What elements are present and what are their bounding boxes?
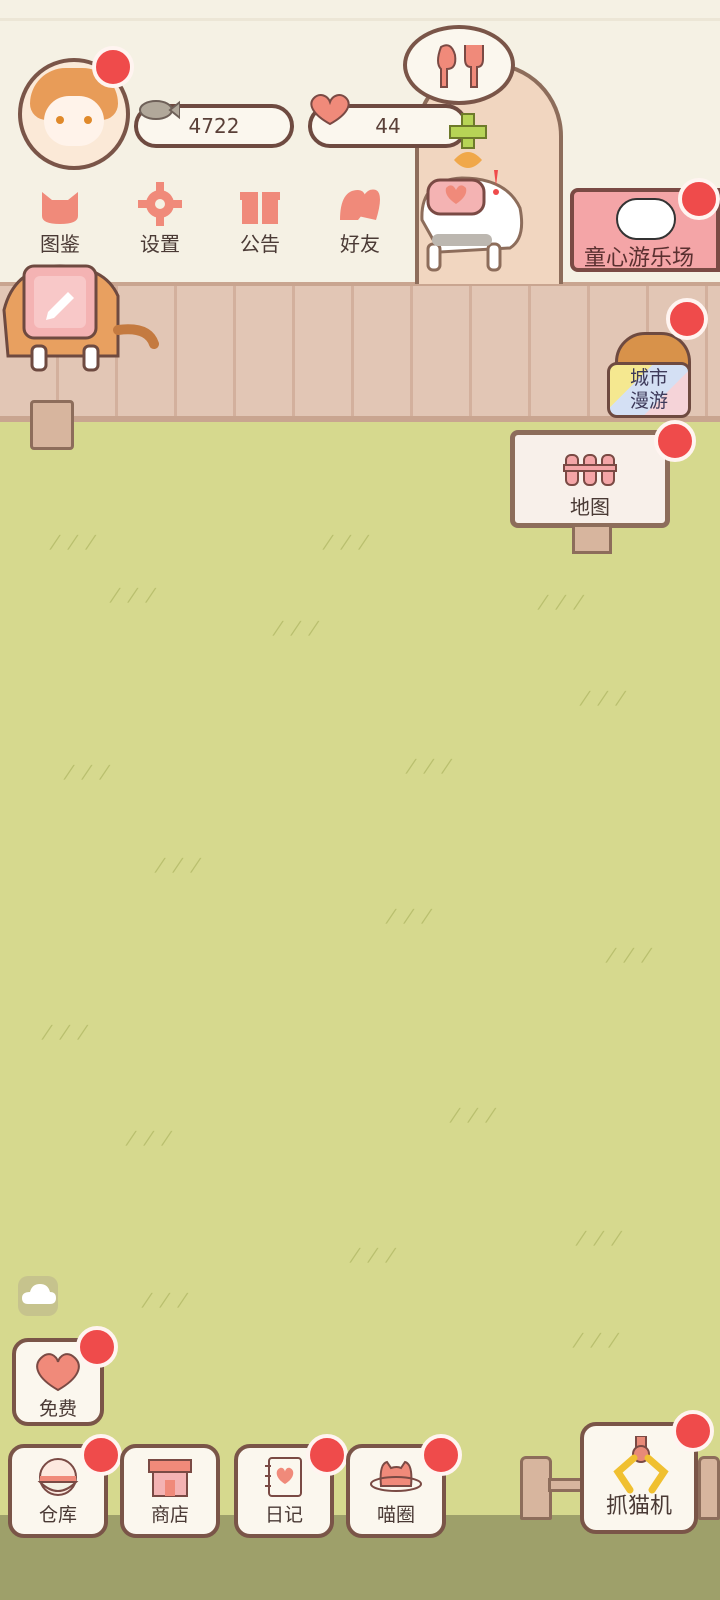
warehouse-notification-dot [80,1434,122,1476]
fence-post [30,400,74,450]
diary-book-icon [265,1457,302,1497]
map-sign-button[interactable]: 地图 [510,430,670,528]
shop-button[interactable]: 商店 [120,1444,220,1538]
grass-tuft: / / / [153,855,206,876]
city-roam-label-line2: 漫游 [629,390,668,412]
grass-tuft: / / / [348,1245,401,1266]
grass-tuft: / / / [574,1228,627,1249]
grass-tuft: / / / [571,1330,624,1351]
diary-notification-dot [306,1434,348,1476]
utensils-icon [437,44,484,88]
claw-icon [613,1436,669,1494]
grass-tuft: / / / [108,585,161,606]
city-roam-notification-dot [666,298,708,340]
map-label: 地图 [570,495,610,519]
heart-count: 44 [375,114,401,138]
avatar-eye [56,116,64,124]
map-notification-dot [654,420,696,462]
growth-plus-icon [449,113,487,168]
rice-bowl-icon [37,1458,79,1496]
claw-notification-dot [672,1410,714,1452]
map-sign-post [572,524,612,554]
grass-tuft: / / / [140,1290,193,1311]
fence-map-icon [563,454,617,486]
top-divider [0,18,720,21]
heart-icon [36,1353,80,1392]
grass-tuft: / / / [124,1128,177,1149]
railing-beam [548,1478,584,1492]
city-roam-button[interactable]: 城市 漫游 [605,326,695,420]
gear-icon [138,182,182,226]
friends-icon [340,189,380,220]
railing-post [698,1456,720,1520]
avatar-eye [84,116,92,124]
cloud-toggle-button[interactable] [18,1276,58,1316]
menu-settings[interactable]: 设置 [118,180,202,257]
menu-friends[interactable]: 好友 [318,180,402,257]
menu-collection[interactable]: 图鉴 [18,180,102,257]
menu-announcement[interactable]: 公告 [218,180,302,257]
menu-announcement-label: 公告 [240,232,280,256]
paradise-event-label: 童心游乐场 [584,246,695,271]
grass-tuft: / / / [321,532,374,553]
grass-tuft: / / / [271,618,324,639]
city-roam-tag: 城市 漫游 [607,362,691,418]
heart-coin-icon [310,94,350,126]
diary-label: 日记 [264,1504,303,1526]
menu-friends-label: 好友 [340,232,380,256]
grass-tuft: / / / [536,592,589,613]
claw-machine-label: 抓猫机 [605,1494,672,1519]
paradise-notification-dot [678,178,720,220]
panda-icon [616,198,676,240]
grass-tuft: / / / [404,756,457,777]
cat-planet-icon [370,1460,422,1492]
grass-tuft: / / / [48,532,101,553]
fish-count: 4722 [188,114,240,138]
grass-tuft: / / / [40,1022,93,1043]
grass-tuft: / / / [62,762,115,783]
cat-circle-notification-dot [420,1434,462,1476]
food-bowl-button[interactable] [403,25,515,105]
free-label: 免费 [38,1398,77,1420]
grass-tuft: / / / [384,906,437,927]
calico-cat[interactable] [0,250,160,380]
avatar-face [44,96,104,146]
free-notification-dot [76,1326,118,1368]
cat-circle-label: 喵圈 [376,1504,415,1526]
grass-tuft: / / / [604,945,657,966]
warehouse-label: 仓库 [38,1504,77,1526]
shop-label: 商店 [150,1504,189,1526]
cat-face-icon [42,192,78,224]
grass-tuft: / / / [448,1105,501,1126]
cloud-icon [22,1284,56,1304]
avatar-notification-dot [92,46,134,88]
shop-awning-icon [148,1459,192,1497]
city-roam-label-line1: 城市 [629,367,668,389]
fish-icon [139,100,180,120]
white-cat[interactable] [408,160,532,276]
gift-icon [240,192,280,224]
grass-tuft: / / / [578,688,631,709]
